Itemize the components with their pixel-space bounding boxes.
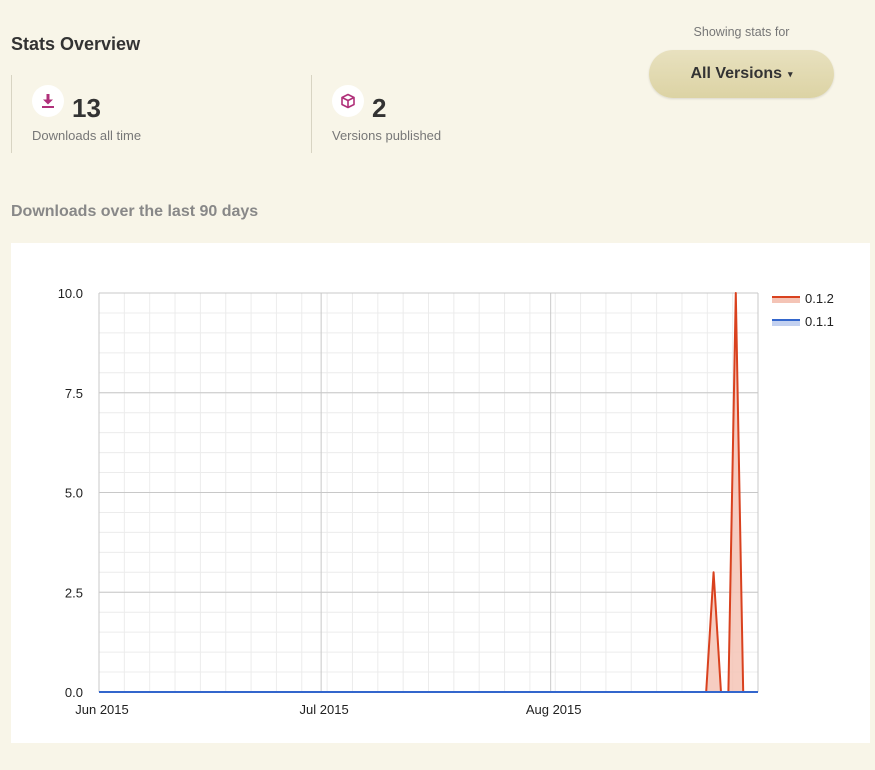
- downloads-chart: 0.0 2.5 5.0 7.5 10.0 Jun 2015 Jul 2015 Aug 2015…: [11, 243, 870, 743]
- versions-stat: 2 Versions published: [311, 75, 612, 153]
- y-tick-label: 0.0: [65, 685, 83, 700]
- version-selector-button[interactable]: All Versions ▾: [649, 50, 834, 98]
- legend-label: 0.1.1: [805, 314, 834, 329]
- chart-canvas: 0.0 2.5 5.0 7.5 10.0 Jun 2015 Jul 2015 Aug 2015…: [58, 286, 834, 717]
- downloads-label: Downloads all time: [32, 128, 142, 143]
- chart-section-title: Downloads over the last 90 days: [11, 203, 259, 220]
- package-icon: [332, 85, 364, 117]
- download-icon: [32, 85, 64, 117]
- downloads-count: 13: [72, 93, 101, 123]
- x-tick-label: Aug 2015: [526, 702, 582, 717]
- version-selector-label: All Versions: [690, 65, 783, 82]
- versions-count: 2: [372, 93, 387, 123]
- downloads-stat: 13 Downloads all time: [11, 75, 312, 153]
- chevron-down-icon: ▾: [788, 68, 793, 79]
- versions-label: Versions published: [332, 128, 442, 143]
- version-selector-caption: Showing stats for: [693, 25, 790, 39]
- y-tick-label: 10.0: [58, 286, 83, 301]
- y-tick-label: 7.5: [65, 386, 83, 401]
- page-title: Stats Overview: [11, 34, 141, 54]
- chart-legend: 0.1.2 0.1.1: [772, 291, 834, 329]
- y-tick-label: 2.5: [65, 585, 83, 600]
- x-tick-label: Jul 2015: [300, 702, 349, 717]
- y-tick-label: 5.0: [65, 486, 83, 501]
- x-tick-label: Jun 2015: [75, 702, 129, 717]
- legend-label: 0.1.2: [805, 291, 834, 306]
